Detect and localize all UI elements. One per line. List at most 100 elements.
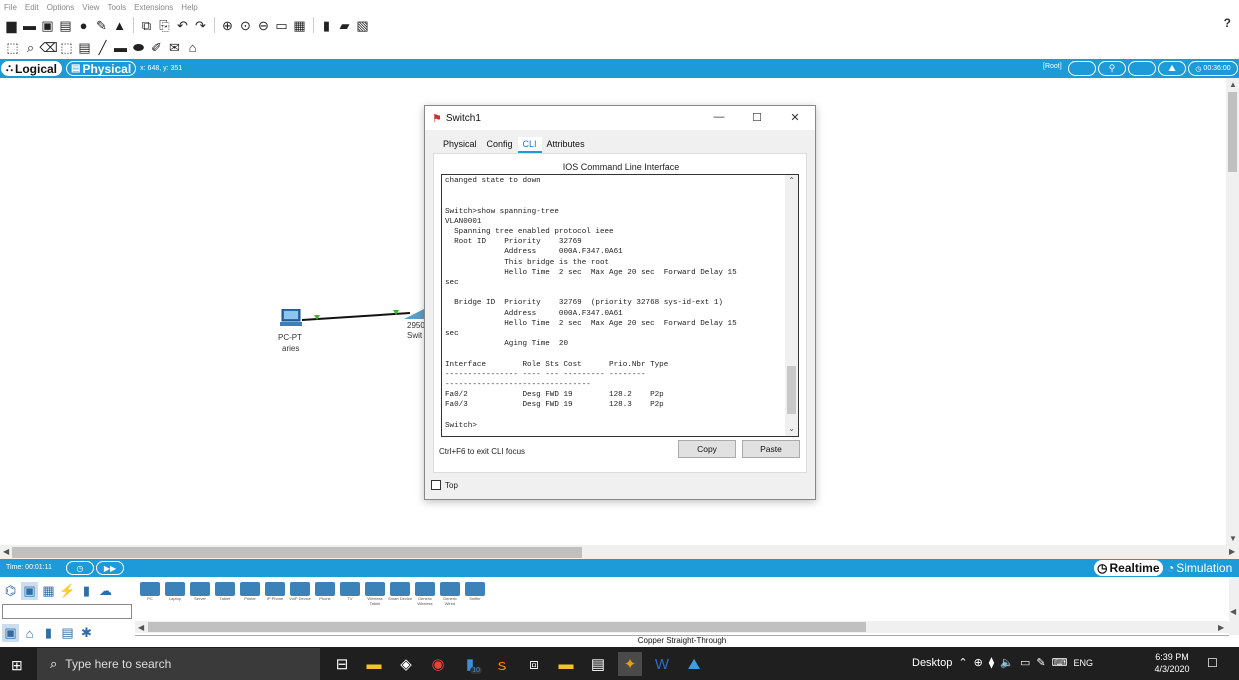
packet-tracer-task-icon[interactable]: ✦ <box>618 652 642 676</box>
physical-tab[interactable]: ▤ Physical <box>66 61 137 76</box>
globe-icon[interactable]: ⊕ <box>974 656 983 669</box>
menu-options[interactable]: Options <box>47 3 75 12</box>
select-icon[interactable]: ⬚ <box>4 39 21 56</box>
note-icon[interactable]: ▤ <box>76 39 93 56</box>
freeform-icon[interactable]: ✐ <box>148 39 165 56</box>
panel-collapse-icon[interactable]: ◀ <box>1230 607 1236 616</box>
custom-device-icon[interactable]: ▦ <box>291 17 308 34</box>
copy-button[interactable]: Copy <box>678 440 736 458</box>
wizard-icon[interactable]: ✎ <box>93 17 110 34</box>
device-item[interactable]: VoIP Device <box>288 582 312 606</box>
device-scroll-right-icon[interactable]: ▶ <box>1218 623 1224 632</box>
scroll-down-icon[interactable]: ▼ <box>1229 534 1237 543</box>
photos-icon[interactable]: ⛰ <box>682 652 706 676</box>
components-icon[interactable]: ▦ <box>40 582 57 600</box>
menu-view[interactable]: View <box>82 3 99 12</box>
top-checkbox[interactable] <box>431 480 441 490</box>
device-item[interactable]: Printer <box>238 582 262 606</box>
undo-icon[interactable]: ↶ <box>174 17 191 34</box>
menu-file[interactable]: File <box>4 3 17 12</box>
delete-icon[interactable]: ⌫ <box>39 39 57 56</box>
grid-category-icon[interactable]: ✱ <box>78 624 95 642</box>
device-item[interactable]: PC <box>138 582 162 606</box>
device-item[interactable]: Wireless Tablet <box>363 582 387 606</box>
connections-icon[interactable]: ⚡ <box>59 582 76 600</box>
drawing-palette-icon[interactable]: ▭ <box>273 17 290 34</box>
battery-icon[interactable]: ▭ <box>1020 656 1030 669</box>
logical-tab[interactable]: ⛬ Logical <box>1 61 63 76</box>
maximize-button[interactable]: ☐ <box>750 110 764 124</box>
zoom-reset-icon[interactable]: ⊙ <box>237 17 254 34</box>
clock-pill[interactable]: ◷ 00:36:00 <box>1188 61 1238 76</box>
copy-icon[interactable]: ⧉ <box>138 17 155 34</box>
save-icon[interactable]: ▣ <box>39 17 56 34</box>
redo-icon[interactable]: ↷ <box>192 17 209 34</box>
tab-attributes[interactable]: Attributes <box>542 137 590 153</box>
file-explorer-icon[interactable]: ▬ <box>362 652 386 676</box>
expand-tray-icon[interactable]: ⌃ <box>958 656 967 669</box>
line-icon[interactable]: ╱ <box>94 39 111 56</box>
inspect-icon[interactable]: ⌕ <box>22 39 39 56</box>
print-icon[interactable]: ▤ <box>57 17 74 34</box>
network-app-icon[interactable]: ⧈ <box>522 652 546 676</box>
taskbar-search-box[interactable]: ⌕ Type here to search <box>37 648 320 680</box>
simulation-mode-button[interactable]: ◔ Simulation <box>1167 561 1232 575</box>
scroll-right-icon[interactable]: ▶ <box>1229 547 1235 556</box>
info-icon[interactable]: ● <box>75 17 92 34</box>
menu-help[interactable]: Help <box>181 3 197 12</box>
complex-pdu-icon[interactable]: ⌂ <box>184 39 201 56</box>
end-devices-icon[interactable]: ▣ <box>21 582 38 600</box>
minimize-button[interactable]: — <box>712 110 726 124</box>
cli-console[interactable]: changed state to down Switch>show spanni… <box>441 174 799 437</box>
vertical-scroll-thumb[interactable] <box>1228 92 1237 172</box>
fast-forward-button[interactable]: ▶▶ <box>96 561 124 575</box>
device-item[interactable]: Phone <box>313 582 337 606</box>
app-swirl-icon[interactable]: ◈ <box>394 652 418 676</box>
menu-extensions[interactable]: Extensions <box>134 3 173 12</box>
device-scroll-thumb[interactable] <box>148 622 866 632</box>
device-item[interactable]: Laptop <box>163 582 187 606</box>
zoom-in-icon[interactable]: ⊕ <box>219 17 236 34</box>
network-status-icon[interactable]: ⧫ <box>989 656 994 669</box>
paste-button[interactable]: Paste <box>742 440 800 458</box>
network-info-icon[interactable]: ▲ <box>111 17 128 34</box>
tab-cli[interactable]: CLI <box>517 137 542 153</box>
wireless-category-icon[interactable]: ⌂ <box>21 624 38 642</box>
rectangle-icon[interactable]: ▬ <box>112 39 129 56</box>
paste-icon[interactable]: ⎘ <box>156 17 173 34</box>
cli-output[interactable]: changed state to down Switch>show spanni… <box>445 176 785 431</box>
tab-physical[interactable]: Physical <box>438 137 482 153</box>
folder-icon[interactable]: ▬ <box>554 652 578 676</box>
pen-icon[interactable]: ✎ <box>1036 656 1045 669</box>
keyboard-icon[interactable]: ⌨ <box>1052 656 1068 669</box>
background-button[interactable] <box>1128 61 1156 76</box>
desktop-label[interactable]: Desktop <box>912 657 952 669</box>
open-folder-icon[interactable]: ▬ <box>21 17 38 34</box>
resize-icon[interactable]: ⬚ <box>58 39 75 56</box>
task-view-icon[interactable]: ⊟ <box>330 652 354 676</box>
cli-scroll-up-icon[interactable]: ⌃ <box>788 176 795 185</box>
simple-pdu-icon[interactable]: ✉ <box>166 39 183 56</box>
chrome-icon[interactable]: ◉ <box>426 652 450 676</box>
help-button[interactable]: ? <box>1224 16 1231 30</box>
notepad-icon[interactable]: ▤ <box>586 652 610 676</box>
menu-tools[interactable]: Tools <box>107 3 126 12</box>
device-item[interactable]: TV <box>338 582 362 606</box>
viewport-button[interactable]: ⛰ <box>1158 61 1186 76</box>
app-badge-icon[interactable]: ▮ 10 <box>458 652 482 676</box>
device-item[interactable]: Server <box>188 582 212 606</box>
language-label[interactable]: ENG <box>1073 658 1093 668</box>
menu-edit[interactable]: Edit <box>25 3 39 12</box>
device-item[interactable]: Smart Device <box>388 582 412 606</box>
device-item[interactable]: Generic Wireless <box>413 582 437 606</box>
horizontal-scroll-thumb[interactable] <box>12 547 582 558</box>
root-label[interactable]: [Root] <box>1043 63 1062 70</box>
device-search-input[interactable] <box>2 604 132 619</box>
taskbar-clock[interactable]: 6:39 PM 4/3/2020 <box>1152 651 1192 675</box>
navigation-button[interactable]: ⚲ <box>1098 61 1126 76</box>
close-button[interactable]: ✕ <box>788 110 802 124</box>
volume-icon[interactable]: 🔈 <box>1000 656 1014 669</box>
pc-icon[interactable] <box>280 309 302 327</box>
realtime-mode-button[interactable]: ◷ Realtime <box>1094 560 1163 576</box>
scroll-up-icon[interactable]: ▲ <box>1229 80 1237 89</box>
